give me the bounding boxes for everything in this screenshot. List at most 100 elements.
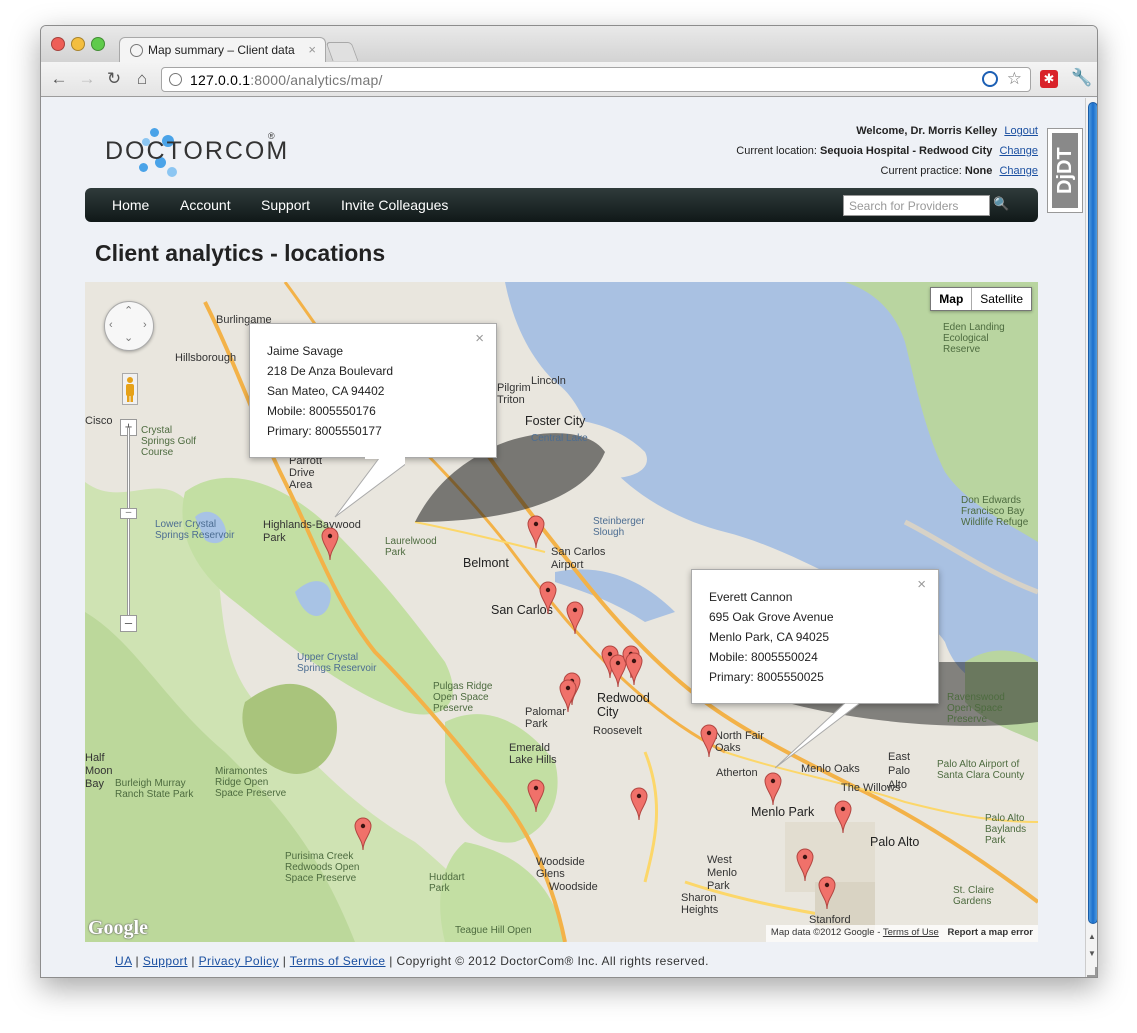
footer: UA | Support | Privacy Policy | Terms of… — [115, 954, 709, 968]
location-marker[interactable] — [699, 723, 719, 758]
change-location-link[interactable]: Change — [999, 145, 1038, 157]
debug-toolbar-handle[interactable]: DjDT — [1047, 128, 1083, 213]
map-label: Laurelwood Park — [385, 536, 437, 558]
forward-arrow-icon[interactable]: → — [77, 69, 97, 89]
location-marker[interactable] — [526, 514, 546, 549]
map-label: Belmont — [463, 556, 509, 570]
logout-link[interactable]: Logout — [1004, 125, 1038, 137]
location-line: Current location: Sequoia Hospital - Red… — [736, 141, 1038, 161]
zoom-out-button[interactable]: – — [120, 615, 137, 632]
popup-close-icon[interactable]: × — [917, 575, 926, 595]
nav-home[interactable]: Home — [112, 197, 149, 213]
close-window-icon[interactable] — [51, 37, 65, 51]
location-marker[interactable] — [320, 526, 340, 561]
bookmark-star-icon[interactable]: ☆ — [1007, 69, 1022, 89]
client-street: 695 Oak Grove Avenue — [709, 610, 834, 624]
map-type-control: Map Satellite — [930, 287, 1032, 311]
location-marker[interactable] — [763, 771, 783, 806]
nav-support[interactable]: Support — [261, 197, 310, 213]
footer-link-support[interactable]: Support — [143, 954, 188, 968]
pan-up-icon[interactable]: ⌃ — [124, 304, 133, 317]
location-marker[interactable] — [624, 651, 644, 686]
popup-tail — [775, 703, 861, 769]
map-label: Menlo Park — [751, 805, 815, 819]
map-label: Redwood City — [597, 691, 650, 719]
footer-separator: | — [282, 954, 287, 968]
vertical-scrollbar[interactable]: ▲ ▼ — [1085, 98, 1097, 977]
footer-link-privacy[interactable]: Privacy Policy — [199, 954, 279, 968]
map-label: Hillsborough — [175, 352, 237, 364]
logo-dot — [167, 167, 177, 177]
map-type-map-button[interactable]: Map — [931, 288, 973, 310]
footer-link-terms[interactable]: Terms of Service — [290, 954, 386, 968]
provider-search-input[interactable]: Search for Providers — [843, 195, 990, 216]
location-marker[interactable] — [629, 786, 649, 821]
location-marker[interactable] — [817, 875, 837, 910]
doctorcom-logo[interactable]: DOCTORCOM ® — [105, 125, 287, 177]
map-label: Don Edwards Francisco Bay Wildlife Refug… — [961, 495, 1029, 528]
account-status: Welcome, Dr. Morris Kelley Logout Curren… — [736, 121, 1038, 181]
reload-icon[interactable]: ↻ — [104, 69, 124, 89]
map-label: Teague Hill Open — [455, 925, 532, 936]
tab-title: Map summary – Client data — [148, 43, 295, 57]
footer-separator: | — [389, 954, 393, 968]
search-icon[interactable]: 🔍 — [993, 196, 1009, 212]
google-logo[interactable]: Google — [88, 917, 148, 940]
scrollbar-thumb[interactable] — [1088, 102, 1097, 924]
zoom-window-icon[interactable] — [91, 37, 105, 51]
map-type-satellite-button[interactable]: Satellite — [972, 288, 1031, 310]
map-label: Woodside — [549, 881, 598, 893]
footer-link-ua[interactable]: UA — [115, 954, 132, 968]
home-icon[interactable]: ⌂ — [132, 69, 152, 89]
nav-invite-colleagues[interactable]: Invite Colleagues — [341, 197, 448, 213]
map-label: Palo Alto Airport of Santa Clara County — [937, 759, 1025, 781]
browser-tab[interactable]: Map summary – Client data × — [119, 37, 326, 63]
location-marker[interactable] — [526, 778, 546, 813]
report-map-error-link[interactable]: Report a map error — [947, 927, 1033, 938]
location-marker[interactable] — [565, 600, 585, 635]
map-label: Steinberger Slough — [593, 516, 645, 538]
footer-separator: | — [135, 954, 140, 968]
client-primary: Primary: 8005550025 — [709, 670, 824, 684]
minimize-window-icon[interactable] — [71, 37, 85, 51]
change-practice-link[interactable]: Change — [999, 165, 1038, 177]
pan-control[interactable]: ⌃ ⌄ ‹ › — [104, 301, 154, 351]
back-arrow-icon[interactable]: ← — [49, 69, 69, 89]
location-marker[interactable] — [558, 678, 578, 713]
map-label: Huddart Park — [429, 872, 465, 894]
extension-icon[interactable]: ✱ — [1040, 70, 1058, 88]
location-marker[interactable] — [353, 816, 373, 851]
location-marker[interactable] — [538, 580, 558, 615]
terms-of-use-link[interactable]: Terms of Use — [883, 927, 939, 938]
scroll-up-arrow-icon[interactable]: ▲ — [1088, 932, 1096, 941]
client-street: 218 De Anza Boulevard — [267, 364, 394, 378]
welcome-text: Welcome, Dr. Morris Kelley — [856, 125, 998, 137]
pan-down-icon[interactable]: ⌄ — [124, 331, 133, 344]
tab-close-icon[interactable]: × — [308, 42, 316, 57]
attribution-text: Map data ©2012 Google - — [770, 927, 881, 938]
page-info-icon[interactable] — [169, 73, 182, 86]
map-canvas[interactable]: Burlingame Hillsborough Foster City Belm… — [85, 282, 1038, 942]
scroll-down-arrow-icon[interactable]: ▼ — [1088, 949, 1096, 958]
new-tab-button[interactable] — [325, 42, 359, 61]
nav-account[interactable]: Account — [180, 197, 231, 213]
client-city: San Mateo, CA 94402 — [267, 384, 385, 398]
map-label: Emerald Lake Hills — [509, 742, 557, 766]
map-label: North Fair Oaks — [715, 730, 764, 754]
address-bar[interactable]: 127.0.0.1:8000/analytics/map/ ☆ — [161, 67, 1031, 92]
zoom-slider-handle[interactable]: – — [120, 508, 137, 519]
pan-right-icon[interactable]: › — [143, 319, 147, 331]
location-marker[interactable] — [795, 847, 815, 882]
wrench-menu-icon[interactable]: 🔧 — [1071, 68, 1092, 88]
location-marker[interactable] — [833, 799, 853, 834]
page-title: Client analytics - locations — [95, 240, 386, 266]
resize-grip-icon[interactable] — [1087, 967, 1097, 977]
footer-copyright: Copyright © 2012 DoctorCom® Inc. All rig… — [396, 954, 709, 968]
pan-left-icon[interactable]: ‹ — [109, 319, 113, 331]
street-view-pegman-icon[interactable] — [122, 373, 138, 405]
map-label: St. Claire Gardens — [953, 885, 995, 907]
logo-registered-mark: ® — [268, 131, 275, 141]
popup-close-icon[interactable]: × — [475, 329, 484, 349]
zoom-slider-track[interactable] — [127, 427, 130, 623]
compass-extension-icon[interactable] — [982, 71, 998, 87]
